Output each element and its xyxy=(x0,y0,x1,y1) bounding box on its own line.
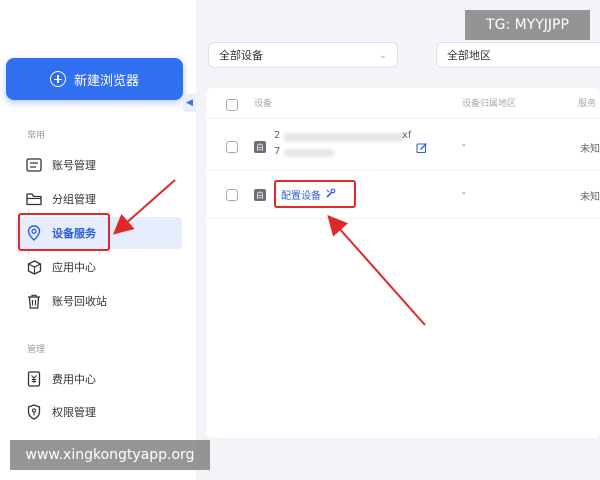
arrow-to-configure xyxy=(327,215,426,326)
arrow-to-nav xyxy=(112,179,176,235)
annotation-arrows xyxy=(112,179,426,326)
watermark-bottom-left: www.xingkongtyapp.org xyxy=(10,440,210,470)
watermark-top-right: TG: MYYJJPP xyxy=(465,10,590,40)
